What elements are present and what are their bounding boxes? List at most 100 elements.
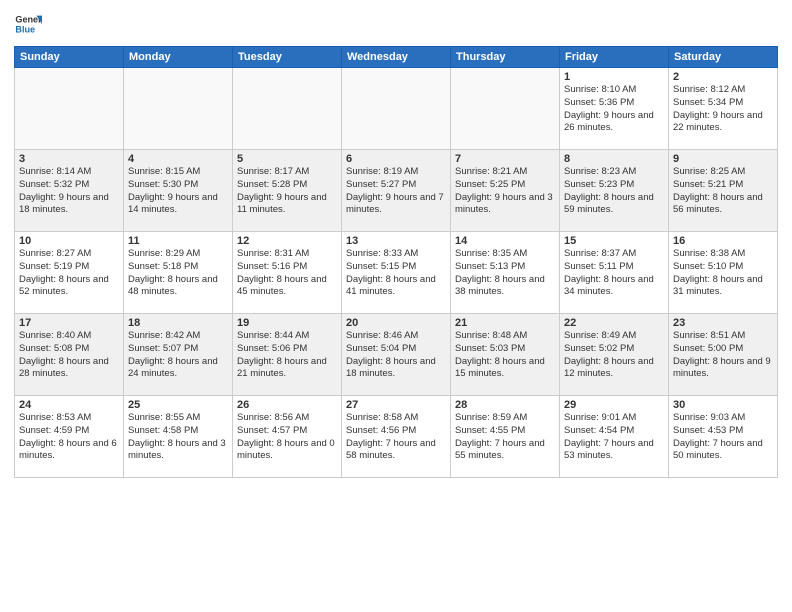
day-number: 25 <box>128 399 228 411</box>
day-info: Sunrise: 8:35 AM Sunset: 5:13 PM Dayligh… <box>455 248 555 299</box>
col-header-monday: Monday <box>124 47 233 68</box>
day-info: Sunrise: 8:46 AM Sunset: 5:04 PM Dayligh… <box>346 330 446 381</box>
day-number: 21 <box>455 317 555 329</box>
day-cell-2: 2Sunrise: 8:12 AM Sunset: 5:34 PM Daylig… <box>669 68 778 150</box>
day-number: 1 <box>564 71 664 83</box>
day-cell-13: 13Sunrise: 8:33 AM Sunset: 5:15 PM Dayli… <box>342 232 451 314</box>
day-cell-3: 3Sunrise: 8:14 AM Sunset: 5:32 PM Daylig… <box>15 150 124 232</box>
day-cell-18: 18Sunrise: 8:42 AM Sunset: 5:07 PM Dayli… <box>124 314 233 396</box>
day-cell-29: 29Sunrise: 9:01 AM Sunset: 4:54 PM Dayli… <box>560 396 669 478</box>
day-number: 13 <box>346 235 446 247</box>
day-info: Sunrise: 9:03 AM Sunset: 4:53 PM Dayligh… <box>673 412 773 463</box>
day-info: Sunrise: 8:42 AM Sunset: 5:07 PM Dayligh… <box>128 330 228 381</box>
col-header-tuesday: Tuesday <box>233 47 342 68</box>
day-number: 24 <box>19 399 119 411</box>
col-header-friday: Friday <box>560 47 669 68</box>
day-info: Sunrise: 8:27 AM Sunset: 5:19 PM Dayligh… <box>19 248 119 299</box>
day-info: Sunrise: 8:53 AM Sunset: 4:59 PM Dayligh… <box>19 412 119 463</box>
day-number: 10 <box>19 235 119 247</box>
day-cell-4: 4Sunrise: 8:15 AM Sunset: 5:30 PM Daylig… <box>124 150 233 232</box>
day-number: 7 <box>455 153 555 165</box>
day-info: Sunrise: 8:33 AM Sunset: 5:15 PM Dayligh… <box>346 248 446 299</box>
day-number: 27 <box>346 399 446 411</box>
svg-text:Blue: Blue <box>15 24 35 34</box>
day-number: 8 <box>564 153 664 165</box>
day-cell-20: 20Sunrise: 8:46 AM Sunset: 5:04 PM Dayli… <box>342 314 451 396</box>
day-cell-28: 28Sunrise: 8:59 AM Sunset: 4:55 PM Dayli… <box>451 396 560 478</box>
day-number: 19 <box>237 317 337 329</box>
col-header-saturday: Saturday <box>669 47 778 68</box>
day-number: 5 <box>237 153 337 165</box>
day-info: Sunrise: 8:25 AM Sunset: 5:21 PM Dayligh… <box>673 166 773 217</box>
day-number: 22 <box>564 317 664 329</box>
day-number: 17 <box>19 317 119 329</box>
day-number: 30 <box>673 399 773 411</box>
day-cell-10: 10Sunrise: 8:27 AM Sunset: 5:19 PM Dayli… <box>15 232 124 314</box>
day-cell-22: 22Sunrise: 8:49 AM Sunset: 5:02 PM Dayli… <box>560 314 669 396</box>
empty-cell <box>342 68 451 150</box>
day-info: Sunrise: 8:37 AM Sunset: 5:11 PM Dayligh… <box>564 248 664 299</box>
col-header-sunday: Sunday <box>15 47 124 68</box>
empty-cell <box>451 68 560 150</box>
day-info: Sunrise: 8:10 AM Sunset: 5:36 PM Dayligh… <box>564 84 664 135</box>
day-info: Sunrise: 8:51 AM Sunset: 5:00 PM Dayligh… <box>673 330 773 381</box>
day-number: 12 <box>237 235 337 247</box>
day-number: 11 <box>128 235 228 247</box>
day-number: 16 <box>673 235 773 247</box>
day-info: Sunrise: 8:29 AM Sunset: 5:18 PM Dayligh… <box>128 248 228 299</box>
day-number: 26 <box>237 399 337 411</box>
col-header-thursday: Thursday <box>451 47 560 68</box>
day-info: Sunrise: 8:21 AM Sunset: 5:25 PM Dayligh… <box>455 166 555 217</box>
day-number: 20 <box>346 317 446 329</box>
day-info: Sunrise: 8:56 AM Sunset: 4:57 PM Dayligh… <box>237 412 337 463</box>
day-cell-23: 23Sunrise: 8:51 AM Sunset: 5:00 PM Dayli… <box>669 314 778 396</box>
day-info: Sunrise: 8:19 AM Sunset: 5:27 PM Dayligh… <box>346 166 446 217</box>
day-number: 6 <box>346 153 446 165</box>
day-info: Sunrise: 8:14 AM Sunset: 5:32 PM Dayligh… <box>19 166 119 217</box>
day-info: Sunrise: 8:15 AM Sunset: 5:30 PM Dayligh… <box>128 166 228 217</box>
day-cell-30: 30Sunrise: 9:03 AM Sunset: 4:53 PM Dayli… <box>669 396 778 478</box>
empty-cell <box>233 68 342 150</box>
day-info: Sunrise: 9:01 AM Sunset: 4:54 PM Dayligh… <box>564 412 664 463</box>
col-header-wednesday: Wednesday <box>342 47 451 68</box>
day-cell-21: 21Sunrise: 8:48 AM Sunset: 5:03 PM Dayli… <box>451 314 560 396</box>
day-number: 14 <box>455 235 555 247</box>
day-cell-26: 26Sunrise: 8:56 AM Sunset: 4:57 PM Dayli… <box>233 396 342 478</box>
day-cell-27: 27Sunrise: 8:58 AM Sunset: 4:56 PM Dayli… <box>342 396 451 478</box>
day-info: Sunrise: 8:38 AM Sunset: 5:10 PM Dayligh… <box>673 248 773 299</box>
day-number: 18 <box>128 317 228 329</box>
day-cell-8: 8Sunrise: 8:23 AM Sunset: 5:23 PM Daylig… <box>560 150 669 232</box>
day-cell-24: 24Sunrise: 8:53 AM Sunset: 4:59 PM Dayli… <box>15 396 124 478</box>
logo: General Blue <box>14 10 42 38</box>
day-number: 15 <box>564 235 664 247</box>
day-number: 23 <box>673 317 773 329</box>
day-cell-6: 6Sunrise: 8:19 AM Sunset: 5:27 PM Daylig… <box>342 150 451 232</box>
day-info: Sunrise: 8:59 AM Sunset: 4:55 PM Dayligh… <box>455 412 555 463</box>
day-info: Sunrise: 8:44 AM Sunset: 5:06 PM Dayligh… <box>237 330 337 381</box>
day-number: 3 <box>19 153 119 165</box>
day-cell-16: 16Sunrise: 8:38 AM Sunset: 5:10 PM Dayli… <box>669 232 778 314</box>
day-number: 9 <box>673 153 773 165</box>
day-cell-7: 7Sunrise: 8:21 AM Sunset: 5:25 PM Daylig… <box>451 150 560 232</box>
day-info: Sunrise: 8:23 AM Sunset: 5:23 PM Dayligh… <box>564 166 664 217</box>
day-info: Sunrise: 8:58 AM Sunset: 4:56 PM Dayligh… <box>346 412 446 463</box>
day-cell-17: 17Sunrise: 8:40 AM Sunset: 5:08 PM Dayli… <box>15 314 124 396</box>
day-info: Sunrise: 8:49 AM Sunset: 5:02 PM Dayligh… <box>564 330 664 381</box>
day-cell-11: 11Sunrise: 8:29 AM Sunset: 5:18 PM Dayli… <box>124 232 233 314</box>
day-cell-12: 12Sunrise: 8:31 AM Sunset: 5:16 PM Dayli… <box>233 232 342 314</box>
day-number: 28 <box>455 399 555 411</box>
day-info: Sunrise: 8:31 AM Sunset: 5:16 PM Dayligh… <box>237 248 337 299</box>
day-info: Sunrise: 8:40 AM Sunset: 5:08 PM Dayligh… <box>19 330 119 381</box>
day-info: Sunrise: 8:48 AM Sunset: 5:03 PM Dayligh… <box>455 330 555 381</box>
day-number: 29 <box>564 399 664 411</box>
day-cell-19: 19Sunrise: 8:44 AM Sunset: 5:06 PM Dayli… <box>233 314 342 396</box>
day-cell-15: 15Sunrise: 8:37 AM Sunset: 5:11 PM Dayli… <box>560 232 669 314</box>
day-cell-9: 9Sunrise: 8:25 AM Sunset: 5:21 PM Daylig… <box>669 150 778 232</box>
day-cell-14: 14Sunrise: 8:35 AM Sunset: 5:13 PM Dayli… <box>451 232 560 314</box>
day-cell-5: 5Sunrise: 8:17 AM Sunset: 5:28 PM Daylig… <box>233 150 342 232</box>
empty-cell <box>15 68 124 150</box>
day-info: Sunrise: 8:55 AM Sunset: 4:58 PM Dayligh… <box>128 412 228 463</box>
calendar: SundayMondayTuesdayWednesdayThursdayFrid… <box>14 46 778 478</box>
day-cell-25: 25Sunrise: 8:55 AM Sunset: 4:58 PM Dayli… <box>124 396 233 478</box>
day-info: Sunrise: 8:17 AM Sunset: 5:28 PM Dayligh… <box>237 166 337 217</box>
